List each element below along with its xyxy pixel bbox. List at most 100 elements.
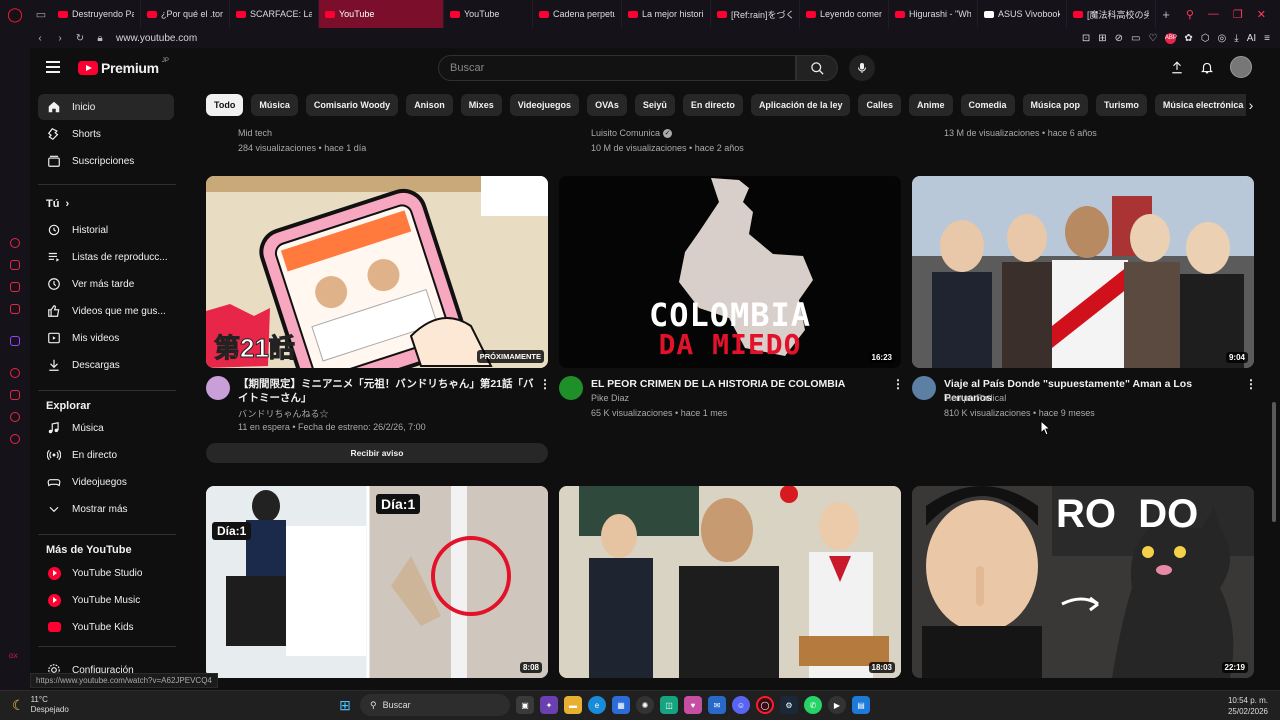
taskbar-search[interactable]: ⚲ Buscar — [360, 694, 510, 716]
file-explorer-icon[interactable]: ▬ — [564, 696, 582, 714]
sidebar-item-videos-que-me-gus[interactable]: Videos que me gus... — [38, 298, 174, 324]
forward-icon[interactable]: › — [50, 33, 70, 44]
filter-chip[interactable]: Mixes — [460, 94, 502, 116]
system-clock[interactable]: 10:54 p. m. 25/02/2026 — [1228, 695, 1268, 717]
sidebar-item-youtube-music[interactable]: YouTube Music — [38, 587, 174, 613]
sidebar-item-youtube-kids[interactable]: YouTube Kids — [38, 614, 174, 640]
filter-chip[interactable]: Aplicación de la ley — [750, 94, 851, 116]
upload-icon[interactable] — [1170, 60, 1184, 75]
edge-icon[interactable]: e — [588, 696, 606, 714]
sidebar-item-inicio[interactable]: Inicio — [38, 94, 174, 120]
browser-tab[interactable]: [魔法科高校の劣 — [1067, 0, 1156, 28]
photos-icon[interactable]: ▤ — [852, 696, 870, 714]
filter-chip[interactable]: OVAs — [587, 94, 627, 116]
maximize-icon[interactable]: ❐ — [1233, 8, 1243, 21]
filter-chip[interactable]: Calles — [858, 94, 901, 116]
browser-tab[interactable]: Leyendo comen — [800, 0, 889, 28]
channel-name[interactable]: Mid tech — [238, 128, 272, 138]
search-tabs-icon[interactable]: ⚲ — [1186, 8, 1194, 21]
voice-search-button[interactable] — [849, 55, 875, 81]
more-options-icon[interactable]: ⋮ — [1245, 378, 1257, 390]
discord-icon[interactable]: ☺ — [732, 696, 750, 714]
puzzle-icon[interactable]: ✿ — [1184, 33, 1192, 44]
clipchamp-icon[interactable]: ◫ — [660, 696, 678, 714]
sidebar-item-shorts[interactable]: Shorts — [38, 121, 174, 147]
sidebar-item-mis-videos[interactable]: Mis videos — [38, 325, 174, 351]
scroll-up-icon[interactable]: ▲ — [182, 88, 184, 94]
channel-avatar[interactable] — [206, 376, 230, 400]
menu-icon[interactable]: ≡ — [1264, 33, 1270, 44]
new-tab-button[interactable]: + — [1156, 7, 1176, 22]
opera-gx-taskbar-icon[interactable]: ◯ — [756, 696, 774, 714]
settings-panel-icon[interactable] — [10, 434, 20, 444]
copilot-icon[interactable]: ✦ — [540, 696, 558, 714]
adblock-icon[interactable]: ABP — [1165, 32, 1177, 44]
media-player-icon[interactable]: ▶ — [828, 696, 846, 714]
filter-chip[interactable]: Turismo — [1096, 94, 1147, 116]
sidebar-item-música[interactable]: Música — [38, 415, 174, 441]
heart-icon[interactable]: ♡ — [1148, 33, 1157, 44]
search-input[interactable]: Buscar — [438, 55, 796, 81]
history-panel-icon[interactable] — [10, 390, 20, 400]
filter-chip[interactable]: Música pop — [1022, 94, 1089, 116]
channel-name[interactable]: バンドリちゃんねる☆ — [238, 407, 328, 420]
opera-logo-icon[interactable]: ◯ — [0, 0, 30, 28]
video-thumbnail[interactable]: 第21話 PRÓXIMAMENTE — [206, 176, 548, 368]
youtube-logo[interactable]: Premium JP — [78, 58, 169, 76]
flow-icon[interactable]: ⊘ — [1115, 33, 1123, 44]
sidebar-item-ver-más-tarde[interactable]: Ver más tarde — [38, 271, 174, 297]
sidebar-item-en-directo[interactable]: En directo — [38, 442, 174, 468]
whatsapp-icon[interactable]: ✆ — [804, 696, 822, 714]
twitch-icon[interactable] — [10, 336, 20, 346]
filter-chip[interactable]: Comisario Woody — [305, 94, 399, 116]
video-thumbnail[interactable]: 18:03 — [559, 486, 901, 678]
notifications-bell-icon[interactable] — [1200, 60, 1214, 75]
minimize-icon[interactable]: — — [1208, 8, 1219, 20]
more-options-icon[interactable]: ⋮ — [539, 378, 551, 390]
store-icon[interactable]: ▦ — [612, 696, 630, 714]
channel-name[interactable]: Pike Diaz — [591, 393, 629, 403]
gpt-icon[interactable] — [10, 260, 20, 270]
sidebar-item-historial[interactable]: Historial — [38, 217, 174, 243]
filter-chip[interactable]: Comedia — [960, 94, 1015, 116]
chips-next-icon[interactable]: › — [1240, 94, 1262, 116]
browser-tab[interactable]: Higurashi - "Wh — [889, 0, 978, 28]
channel-name[interactable]: Tiempo Radical — [944, 393, 1006, 403]
back-icon[interactable]: ‹ — [30, 33, 50, 44]
notes-icon[interactable]: ♥ — [684, 696, 702, 714]
hamburger-menu-icon[interactable] — [46, 61, 60, 73]
reload-icon[interactable]: ↻ — [70, 33, 90, 44]
browser-tab[interactable]: La mejor histori — [622, 0, 711, 28]
filter-chip[interactable]: En directo — [682, 94, 743, 116]
chatgpt-icon[interactable]: ✺ — [636, 696, 654, 714]
steam-icon[interactable]: ⚙ — [780, 696, 798, 714]
channel-name[interactable]: Luisito Comunica — [591, 128, 660, 138]
bookmarks-icon[interactable] — [10, 412, 20, 422]
browser-tab[interactable]: [Ref:rain]をづく — [711, 0, 800, 28]
filter-chip[interactable]: Seiyū — [634, 94, 675, 116]
browser-tab[interactable]: ¿Por qué el .tor — [141, 0, 230, 28]
task-view-icon[interactable]: ▣ — [516, 696, 534, 714]
browser-tab[interactable]: Cadena perpetu — [533, 0, 622, 28]
sidebar-item-youtube-studio[interactable]: YouTube Studio — [38, 560, 174, 586]
browser-tab[interactable]: YouTube — [319, 0, 444, 28]
page-scrollbar[interactable] — [1272, 402, 1276, 522]
filter-chip[interactable]: Música electrónica — [1154, 94, 1246, 116]
windows-start-icon[interactable]: ⊞ — [336, 696, 354, 714]
browser-tab[interactable]: Destruyendo Pa — [52, 0, 141, 28]
cube-icon[interactable]: ⬡ — [1201, 33, 1210, 44]
channel-avatar[interactable] — [912, 376, 936, 400]
account-avatar[interactable] — [1230, 56, 1252, 78]
notify-me-button[interactable]: Recibir aviso — [206, 443, 548, 463]
sidebar-item-mostrar-más[interactable]: Mostrar más — [38, 496, 174, 522]
sidebar-item-suscripciones[interactable]: Suscripciones — [38, 148, 174, 174]
workspaces-icon[interactable]: ▭ — [30, 8, 52, 21]
extensions-icon[interactable]: ⊞ — [1098, 33, 1106, 44]
video-thumbnail[interactable]: COLOMBIA DA MIEDO 16:23 — [559, 176, 901, 368]
more-options-icon[interactable]: ⋮ — [892, 378, 904, 390]
mail-icon[interactable]: ✉ — [708, 696, 726, 714]
video-thumbnail[interactable]: Día:1 Día:1 8:08 — [206, 486, 548, 678]
filter-chip[interactable]: Música — [251, 94, 298, 116]
sidebar-item-descargas[interactable]: Descargas — [38, 352, 174, 378]
filter-chip[interactable]: Anison — [406, 94, 453, 116]
